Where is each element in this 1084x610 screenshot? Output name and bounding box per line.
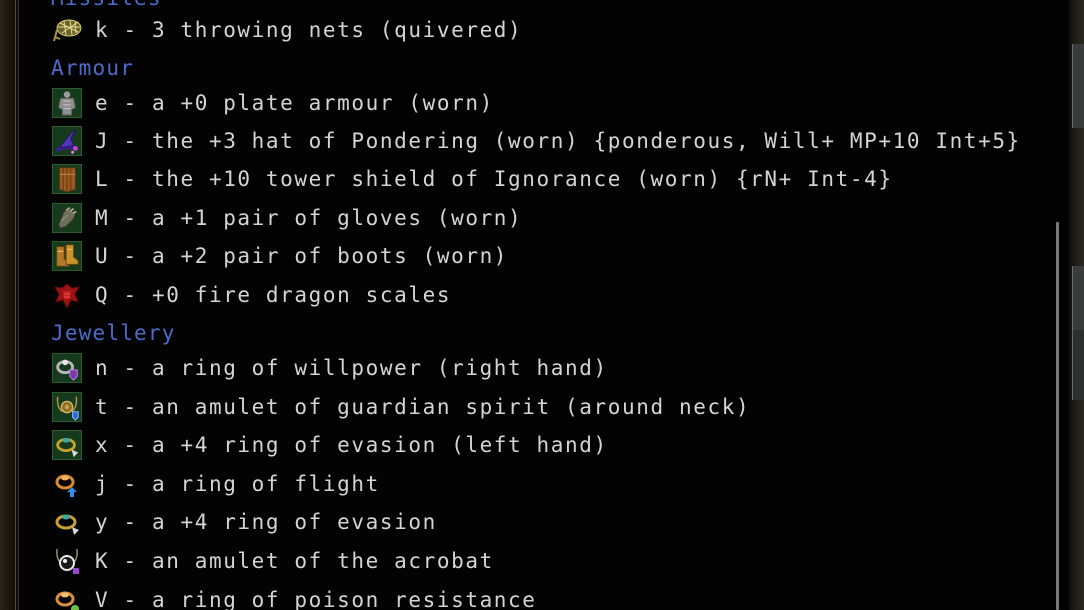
section-heading-jewellery: Jewellery (51, 321, 176, 345)
inventory-item-Q[interactable]: Q - +0 fire dragon scales (52, 278, 451, 312)
inventory-item-x[interactable]: x - a +4 ring of evasion (left hand) (52, 428, 608, 462)
item-label: j - a ring of flight (95, 472, 380, 496)
amulet-guardian-spirit-icon (52, 392, 82, 422)
inventory-item-U[interactable]: U - a +2 pair of boots (worn) (52, 239, 508, 273)
item-label: J - the +3 hat of Pondering (worn) {pond… (95, 129, 1021, 153)
game-screen: Missiles k - 3 throwing nets (quivered) … (0, 0, 1084, 610)
ring-evasion-icon (55, 514, 79, 535)
item-label: V - a ring of poison resistance (95, 588, 537, 610)
item-label: M - a +1 pair of gloves (worn) (95, 206, 523, 230)
left-frame-border (0, 0, 18, 610)
inventory-item-j[interactable]: j - a ring of flight (52, 467, 380, 501)
item-label: K - an amulet of the acrobat (95, 549, 494, 573)
item-label: x - a +4 ring of evasion (left hand) (95, 433, 608, 457)
gloves-icon (52, 203, 82, 233)
fire-dragon-scales-icon (54, 283, 80, 310)
ring-evasion-icon (52, 430, 82, 460)
ring-poison-resistance-icon (55, 591, 79, 610)
amulet-acrobat-icon (56, 548, 79, 574)
inventory-scrollbar[interactable] (1056, 222, 1059, 610)
inventory-item-V[interactable]: V - a ring of poison resistance (52, 583, 537, 610)
wizard-hat-icon (52, 126, 82, 156)
ring-willpower-icon (52, 353, 82, 383)
ring-flight-icon (55, 474, 77, 497)
item-label: n - a ring of willpower (right hand) (95, 356, 608, 380)
item-label: k - 3 throwing nets (quivered) (95, 18, 523, 42)
inventory-item-M[interactable]: M - a +1 pair of gloves (worn) (52, 201, 522, 235)
right-frame-border (1068, 0, 1084, 610)
inventory-item-n[interactable]: n - a ring of willpower (right hand) (52, 351, 608, 385)
item-label: L - the +10 tower shield of Ignorance (w… (95, 167, 893, 191)
throwing-net-icon (53, 19, 82, 42)
inventory-item-y[interactable]: y - a +4 ring of evasion (52, 505, 437, 539)
section-heading-missiles: Missiles (51, 0, 162, 12)
plate-armour-icon (52, 88, 82, 118)
item-label: e - a +0 plate armour (worn) (95, 91, 494, 115)
section-heading-armour: Armour (51, 56, 135, 80)
item-label: y - a +4 ring of evasion (95, 510, 437, 534)
inventory-item-t[interactable]: t - an amulet of guardian spirit (around… (52, 390, 750, 424)
tower-shield-icon (52, 164, 82, 194)
inventory-item-K[interactable]: K - an amulet of the acrobat (52, 544, 494, 578)
item-label: Q - +0 fire dragon scales (95, 283, 452, 307)
inventory-item-J[interactable]: J - the +3 hat of Pondering (worn) {pond… (52, 124, 1021, 158)
inventory-item-e[interactable]: e - a +0 plate armour (worn) (52, 86, 494, 120)
item-label: U - a +2 pair of boots (worn) (95, 244, 509, 268)
item-label: t - an amulet of guardian spirit (around… (95, 395, 751, 419)
boots-icon (52, 241, 82, 271)
inventory-item-L[interactable]: L - the +10 tower shield of Ignorance (w… (52, 162, 893, 196)
inventory-item-k[interactable]: k - 3 throwing nets (quivered) (52, 13, 522, 47)
